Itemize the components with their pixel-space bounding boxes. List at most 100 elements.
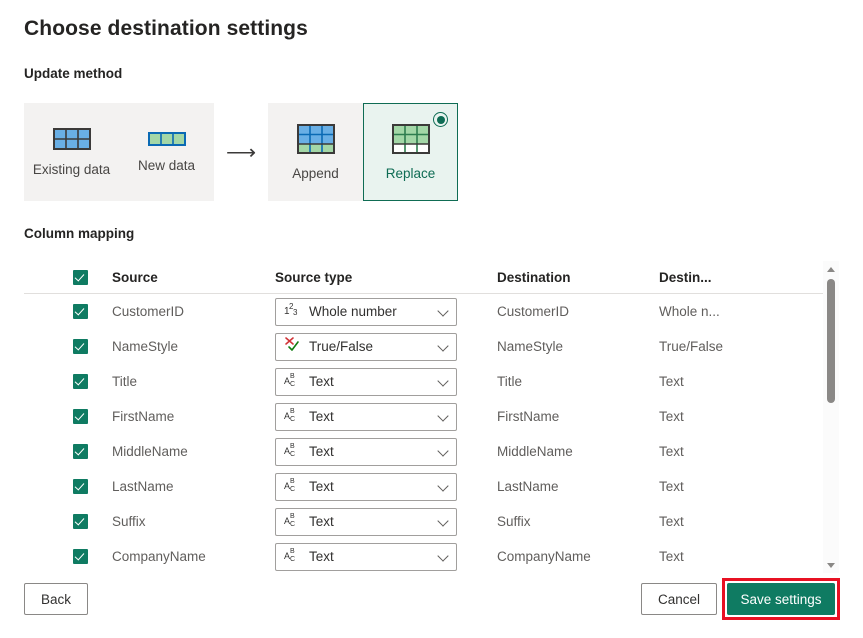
source-type-cell: ABC Text [275,473,497,501]
chevron-down-icon[interactable] [438,341,449,352]
scroll-down-arrow-icon[interactable] [823,557,839,573]
row-checkbox[interactable] [73,549,88,564]
destination-column-name: CustomerID [497,304,659,319]
source-type-value: Text [309,374,431,389]
append-card[interactable]: Append [268,103,363,201]
row-checkbox-cell [24,339,73,354]
svg-text:B: B [290,373,295,380]
scrollbar-thumb[interactable] [827,279,835,403]
chevron-down-icon[interactable] [438,446,449,457]
update-method-label: Update method [24,66,122,81]
source-column-name: CustomerID [73,304,275,319]
append-grid-icon [297,124,335,154]
svg-text:B: B [290,513,295,520]
destination-column-name: FirstName [497,409,659,424]
svg-text:C: C [290,486,295,492]
source-type-dropdown[interactable]: True/False [275,333,457,361]
existing-data-card[interactable]: Existing data [24,103,119,201]
source-type-dropdown[interactable]: ABC Text [275,473,457,501]
source-type-value: Text [309,549,431,564]
chevron-down-icon[interactable] [438,516,449,527]
arrow-right-icon: ⟶ [214,103,268,201]
cancel-button[interactable]: Cancel [641,583,717,615]
source-column-name: NameStyle [73,339,275,354]
row-checkbox-cell [24,514,73,529]
destination-type-value: Text [659,479,769,494]
back-button[interactable]: Back [24,583,88,615]
text-icon: ABC [284,546,302,567]
new-data-label: New data [138,159,195,173]
source-type-value: Text [309,444,431,459]
svg-text:B: B [290,443,295,450]
source-type-cell: ABCText [275,508,497,536]
table-row: LastNameABCTextLastNameText [24,469,839,504]
source-type-cell: ABC Text [275,368,497,396]
table-row: TitleABCTextTitleText [24,364,839,399]
row-checkbox[interactable] [73,304,88,319]
svg-text:B: B [290,478,295,485]
source-type-dropdown[interactable]: ABCText [275,438,457,466]
row-checkbox[interactable] [73,444,88,459]
column-mapping-table: Source Source type Destination Destin...… [24,261,839,573]
source-type-value: True/False [309,339,431,354]
source-column-name: CompanyName [73,549,275,564]
source-type-dropdown[interactable]: ABCText [275,508,457,536]
source-type-dropdown[interactable]: 123Whole number [275,298,457,326]
row-checkbox-cell [24,409,73,424]
svg-text:B: B [290,408,295,415]
scrollbar-track[interactable] [823,277,839,557]
row-checkbox[interactable] [73,339,88,354]
source-type-cell: ABCText [275,438,497,466]
source-type-cell: 123Whole number [275,298,497,326]
action-card-group: Append Replace [268,103,458,201]
append-label: Append [292,167,339,181]
row-checkbox[interactable] [73,374,88,389]
chevron-down-icon[interactable] [438,481,449,492]
source-type-value: Text [309,479,431,494]
source-column-name: Title [73,374,275,389]
table-row: NameStyleTrue/FalseNameStyleTrue/False [24,329,839,364]
header-destination: Destination [497,270,659,285]
row-checkbox[interactable] [73,409,88,424]
replace-card[interactable]: Replace [363,103,458,201]
text-icon: ABC [284,371,302,392]
chevron-down-icon[interactable] [438,306,449,317]
destination-column-name: MiddleName [497,444,659,459]
row-checkbox[interactable] [73,479,88,494]
replace-label: Replace [386,167,436,181]
row-checkbox-cell [24,549,73,564]
new-data-card[interactable]: New data [119,103,214,201]
text-icon: ABC [284,476,302,497]
text-icon: ABC [284,406,302,427]
svg-text:C: C [290,556,295,562]
header-source-type: Source type [275,270,497,285]
source-type-cell: ABC Text [275,543,497,571]
select-all-checkbox[interactable] [73,270,88,285]
table-row: CustomerID123Whole numberCustomerIDWhole… [24,294,839,329]
table-body: CustomerID123Whole numberCustomerIDWhole… [24,294,839,573]
table-row: SuffixABCTextSuffixText [24,504,839,539]
table-scrollbar[interactable] [823,261,839,573]
source-type-dropdown[interactable]: ABC Text [275,368,457,396]
header-destination-type: Destin... [659,270,769,285]
destination-type-value: Text [659,409,769,424]
row-checkbox[interactable] [73,514,88,529]
source-column-name: MiddleName [73,444,275,459]
source-type-dropdown[interactable]: ABC Text [275,403,457,431]
chevron-down-icon[interactable] [438,376,449,387]
scroll-up-arrow-icon[interactable] [823,261,839,277]
row-checkbox-cell [24,444,73,459]
select-all-cell [24,270,73,285]
source-type-cell: True/False [275,333,497,361]
destination-type-value: Text [659,444,769,459]
chevron-down-icon[interactable] [438,411,449,422]
destination-column-name: CompanyName [497,549,659,564]
chevron-down-icon[interactable] [438,551,449,562]
source-type-dropdown[interactable]: ABC Text [275,543,457,571]
source-type-cell: ABC Text [275,403,497,431]
existing-data-label: Existing data [33,163,110,177]
svg-text:C: C [290,416,295,422]
source-type-value: Text [309,409,431,424]
save-settings-button[interactable]: Save settings [727,583,835,615]
radio-selected-icon[interactable] [433,112,448,127]
